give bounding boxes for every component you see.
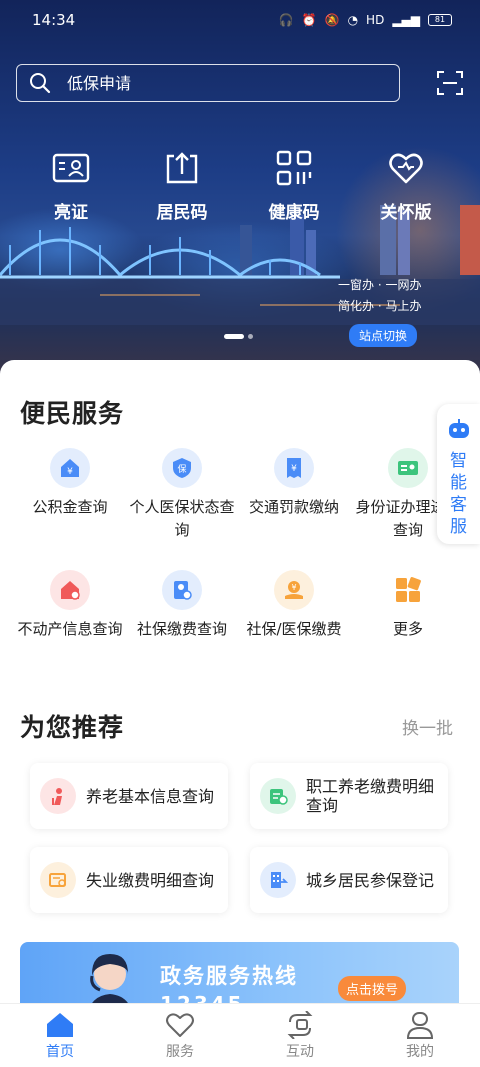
building-icon bbox=[260, 862, 296, 898]
tab-label: 首页 bbox=[46, 1044, 74, 1060]
quick-action-label: 亮证 bbox=[54, 203, 88, 223]
qr-code-icon bbox=[276, 150, 312, 186]
battery-icon: 81 bbox=[428, 14, 452, 26]
quick-action-care-mode[interactable]: 关怀版 bbox=[366, 148, 446, 223]
medical-insurance-icon: 保 bbox=[162, 448, 202, 488]
upload-box-icon bbox=[166, 152, 198, 184]
slogan-line: 简化办 · 马上办 bbox=[338, 299, 422, 313]
service-more[interactable]: 更多 bbox=[352, 570, 464, 641]
ai-service-label: 智能客服 bbox=[450, 451, 467, 537]
call-button[interactable]: 点击拨号 bbox=[338, 976, 407, 1001]
housing-fund-icon: ¥ bbox=[50, 448, 90, 488]
real-estate-icon bbox=[50, 570, 90, 610]
recommend-label: 失业缴费明细查询 bbox=[86, 870, 215, 890]
service-label: 社保/医保缴费 bbox=[246, 620, 342, 638]
wifi-icon: ◔ bbox=[347, 13, 359, 27]
mute-icon: 🔕 bbox=[324, 13, 340, 27]
hd-icon: HD bbox=[366, 13, 385, 27]
service-label: 个人医保状态查询 bbox=[129, 498, 235, 539]
svg-text:保: 保 bbox=[177, 463, 186, 475]
recommend-card-pension-payment[interactable]: 职工养老缴费明细查询 bbox=[250, 763, 448, 829]
quick-action-resident-code[interactable]: 居民码 bbox=[142, 148, 222, 223]
service-traffic-fine[interactable]: ¥ 交通罚款缴纳 bbox=[238, 448, 350, 519]
service-label: 不动产信息查询 bbox=[17, 620, 123, 638]
recommend-card-pension-info[interactable]: 养老基本信息查询 bbox=[30, 763, 228, 829]
scan-icon[interactable] bbox=[436, 70, 464, 96]
service-social-security[interactable]: 社保缴费查询 bbox=[126, 570, 238, 641]
service-real-estate[interactable]: 不动产信息查询 bbox=[14, 570, 126, 641]
quick-action-label: 健康码 bbox=[268, 203, 320, 223]
service-label: 公积金查询 bbox=[32, 498, 108, 516]
user-icon bbox=[406, 1012, 434, 1039]
service-label: 交通罚款缴纳 bbox=[248, 498, 339, 516]
quick-action-label: 居民码 bbox=[156, 203, 208, 223]
unemployment-icon bbox=[40, 862, 76, 898]
pension-payment-icon bbox=[260, 778, 296, 814]
carousel-dot bbox=[248, 334, 253, 339]
quick-action-show-id[interactable]: 亮证 bbox=[31, 148, 111, 223]
id-card-progress-icon bbox=[388, 448, 428, 488]
social-security-icon bbox=[162, 570, 202, 610]
quick-action-health-code[interactable]: 健康码 bbox=[254, 148, 334, 223]
signal-icon: ▂▄▆ bbox=[392, 13, 420, 27]
status-time: 14:34 bbox=[32, 11, 76, 29]
slogan-line: 一窗办 · 一网办 bbox=[338, 278, 422, 292]
swap-batch-button[interactable]: 换一批 bbox=[402, 714, 453, 739]
hotline-title: 政务服务热线 bbox=[160, 964, 298, 988]
pension-icon bbox=[40, 778, 76, 814]
heart-outline-icon bbox=[166, 1013, 194, 1037]
search-icon bbox=[30, 73, 51, 94]
robot-icon bbox=[448, 419, 469, 438]
service-label: 社保缴费查询 bbox=[136, 620, 227, 638]
exchange-icon bbox=[287, 1011, 313, 1039]
id-card-icon bbox=[52, 153, 90, 183]
carousel-dot-active bbox=[224, 334, 244, 339]
svg-text:¥: ¥ bbox=[67, 467, 73, 477]
service-label: 更多 bbox=[392, 620, 423, 638]
service-insurance-payment[interactable]: ¥ 社保/医保缴费 bbox=[238, 570, 350, 641]
station-switch-button[interactable]: 站点切换 bbox=[349, 324, 418, 347]
service-housing-fund[interactable]: ¥ 公积金查询 bbox=[14, 448, 126, 519]
tab-mine[interactable]: 我的 bbox=[360, 1004, 480, 1067]
tab-label: 我的 bbox=[406, 1044, 434, 1060]
svg-text:¥: ¥ bbox=[291, 583, 296, 592]
service-medical-insurance[interactable]: 保 个人医保状态查询 bbox=[126, 448, 238, 542]
recommend-card-resident-insurance[interactable]: 城乡居民参保登记 bbox=[250, 847, 448, 913]
convenience-title: 便民服务 bbox=[20, 399, 125, 428]
hero-banner: 14:34 🎧 ⏰ 🔕 ◔ HD ▂▄▆ 81 亮证 bbox=[0, 0, 480, 380]
tab-interaction[interactable]: 互动 bbox=[240, 1004, 360, 1067]
traffic-fine-icon: ¥ bbox=[274, 448, 314, 488]
tab-home[interactable]: 首页 bbox=[0, 1004, 120, 1067]
payment-icon: ¥ bbox=[274, 570, 314, 610]
recommend-title: 为您推荐 bbox=[20, 713, 125, 742]
recommend-label: 城乡居民参保登记 bbox=[306, 870, 435, 890]
status-bar: 14:34 🎧 ⏰ 🔕 ◔ HD ▂▄▆ 81 bbox=[0, 0, 480, 40]
tab-services[interactable]: 服务 bbox=[120, 1004, 240, 1067]
tab-label: 互动 bbox=[286, 1044, 314, 1060]
recommend-label: 职工养老缴费明细查询 bbox=[306, 777, 435, 815]
carousel-indicator bbox=[224, 334, 253, 339]
bottom-tab-bar: 首页 服务 互动 我的 bbox=[0, 1003, 480, 1067]
alarm-icon: ⏰ bbox=[301, 13, 317, 27]
home-icon bbox=[47, 1013, 73, 1037]
recommend-label: 养老基本信息查询 bbox=[86, 786, 215, 806]
recommend-card-unemployment[interactable]: 失业缴费明细查询 bbox=[30, 847, 228, 913]
search-bar[interactable] bbox=[16, 64, 400, 102]
ai-customer-service[interactable]: 智能客服 bbox=[437, 404, 480, 544]
hero-slogan: 一窗办 · 一网办 简化办 · 马上办 bbox=[338, 275, 421, 317]
quick-action-label: 关怀版 bbox=[380, 203, 432, 223]
more-grid-icon bbox=[388, 570, 428, 610]
svg-text:¥: ¥ bbox=[291, 464, 297, 474]
tab-label: 服务 bbox=[166, 1044, 194, 1060]
heart-icon bbox=[389, 153, 423, 184]
search-input[interactable] bbox=[67, 73, 347, 93]
headphone-icon: 🎧 bbox=[278, 13, 294, 27]
